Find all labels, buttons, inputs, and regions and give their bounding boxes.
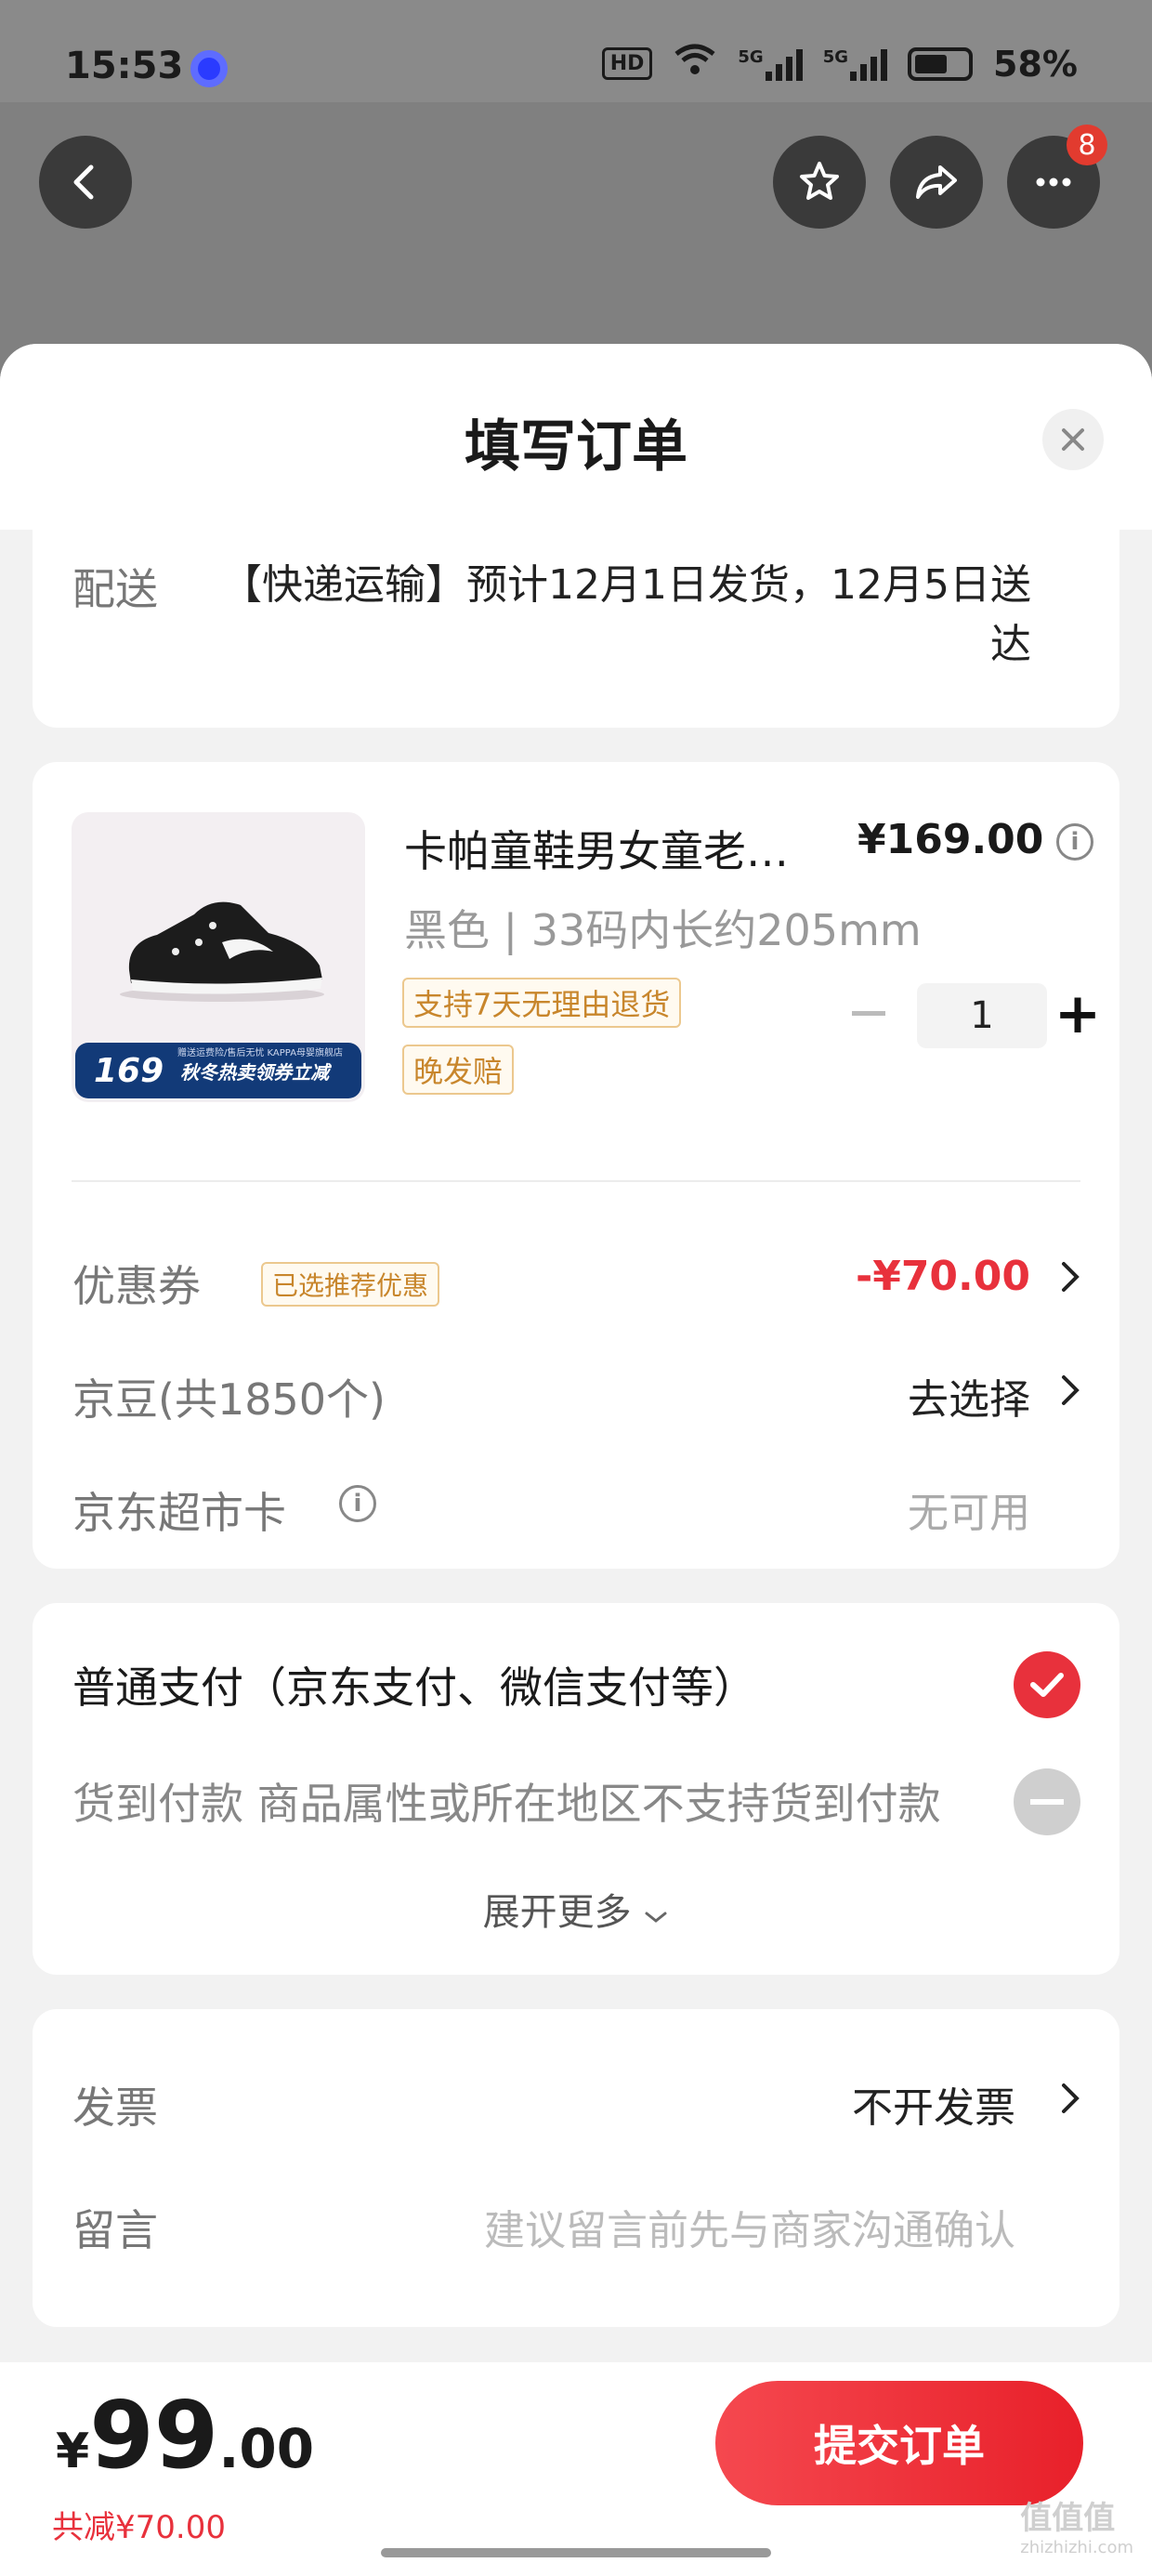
app-notification-icon [190,50,228,87]
more-dots-icon [1036,177,1071,187]
chevron-down-icon [645,1912,667,1923]
status-bar: 15:53 HD 5G 5G 58% [0,0,1152,102]
product-image[interactable]: 赠送运费险/售后无忧 KAPPA母婴旗舰店 169 秋冬热卖领券立减 [72,812,365,1102]
battery-icon [908,46,974,81]
status-time: 15:53 [65,45,184,87]
product-card: 赠送运费险/售后无忧 KAPPA母婴旗舰店 169 秋冬热卖领券立减 卡帕童鞋男… [33,762,1119,1569]
notification-badge: 8 [1067,125,1107,165]
divider [72,1180,1080,1182]
order-sheet: 填写订单 配送 【快递运输】预计12月1日发货，12月5日送达 赠送运费险/售后… [0,344,1152,2576]
invoice-chevron-icon[interactable] [1056,2078,1084,2119]
coupon-value[interactable]: -¥70.00 [856,1253,1030,1300]
shoe-image [120,901,324,1002]
coupon-label: 优惠券 [72,1261,201,1311]
wifi-icon [673,43,717,85]
more-button[interactable]: 8 [1007,125,1107,229]
watermark-logo: 值值值 zhizhizhi.com [1020,2500,1133,2557]
star-icon [800,162,839,200]
delivery-card: 配送 【快递运输】预计12月1日发货，12月5日送达 [33,530,1119,728]
market-card-value: 无可用 [908,1490,1030,1537]
delivery-text: 【快递运输】预计12月1日发货，12月5日送达 [221,561,1031,668]
product-promo-banner: 赠送运费险/售后无忧 KAPPA母婴旗舰店 169 秋冬热卖领券立减 [75,1043,361,1098]
chevron-left-icon [73,164,94,200]
close-button[interactable] [1042,409,1104,470]
jingdou-chevron-icon[interactable] [1056,1370,1084,1411]
banner-text: 秋冬热卖领券立减 [180,1060,330,1084]
total-price: ¥99.00 [56,2381,315,2490]
share-icon [916,165,957,199]
favorite-button[interactable] [773,136,866,229]
status-icons: HD 5G 5G 58% [601,43,1078,85]
jingdou-select[interactable]: 去选择 [908,1366,1030,1426]
total-saved: 共减¥70.00 [52,2509,226,2546]
sheet-title: 填写订单 [465,414,687,480]
quantity-plus-button[interactable]: + [1045,981,1110,1046]
delivery-label: 配送 [72,564,158,614]
invoice-label: 发票 [72,2083,158,2133]
hd-icon: HD [601,47,653,80]
coupon-tag: 已选推荐优惠 [261,1262,440,1307]
invoice-value[interactable]: 不开发票 [852,2074,1015,2134]
banner-price: 169 [94,1051,164,1090]
message-input[interactable]: 建议留言前先与商家沟通确认 [484,2197,1015,2256]
submit-order-button[interactable]: 提交订单 [715,2381,1083,2505]
payment-card: 普通支付（京东支付、微信支付等） 货到付款 商品属性或所在地区不支持货到付款 展… [33,1603,1119,1975]
late-compensation-tag: 晚发赔 [402,1045,515,1095]
signal-icon-1: 5G [738,47,803,81]
checkout-footer: ¥99.00 共减¥70.00 提交订单 [0,2362,1152,2576]
home-indicator[interactable] [381,2548,771,2557]
return-policy-tag: 支持7天无理由退货 [402,978,682,1028]
close-icon [1062,428,1084,451]
sheet-header: 填写订单 [0,344,1152,530]
price-info-icon[interactable]: i [1056,823,1093,861]
signal-icon-2: 5G [823,47,888,81]
back-button[interactable] [39,136,132,229]
standard-payment-option[interactable]: 普通支付（京东支付、微信支付等） [72,1654,756,1715]
coupon-chevron-icon[interactable] [1056,1256,1084,1297]
expand-more-button[interactable]: 展开更多 [33,1882,1119,1936]
share-button[interactable] [890,136,983,229]
jingdou-label: 京豆(共1850个) [72,1374,386,1425]
invoice-card: 发票 不开发票 留言 建议留言前先与商家沟通确认 [33,2009,1119,2327]
product-name[interactable]: 卡帕童鞋男女童老… [404,818,813,879]
market-card-info-icon[interactable]: i [339,1485,376,1522]
message-label: 留言 [72,2205,158,2255]
disabled-icon [1014,1768,1080,1835]
quantity-minus-button[interactable] [841,985,897,1041]
minus-icon [852,1010,885,1016]
market-card-label: 京东超市卡 [72,1488,286,1538]
product-spec[interactable]: 黑色 | 33码内长约205mm [404,897,922,958]
product-price: ¥169.00 [857,816,1044,863]
selected-check-icon[interactable] [1014,1651,1080,1718]
cod-payment-option: 货到付款 商品属性或所在地区不支持货到付款 [72,1779,941,1829]
battery-percent: 58% [993,43,1078,85]
quantity-value[interactable]: 1 [917,983,1047,1048]
